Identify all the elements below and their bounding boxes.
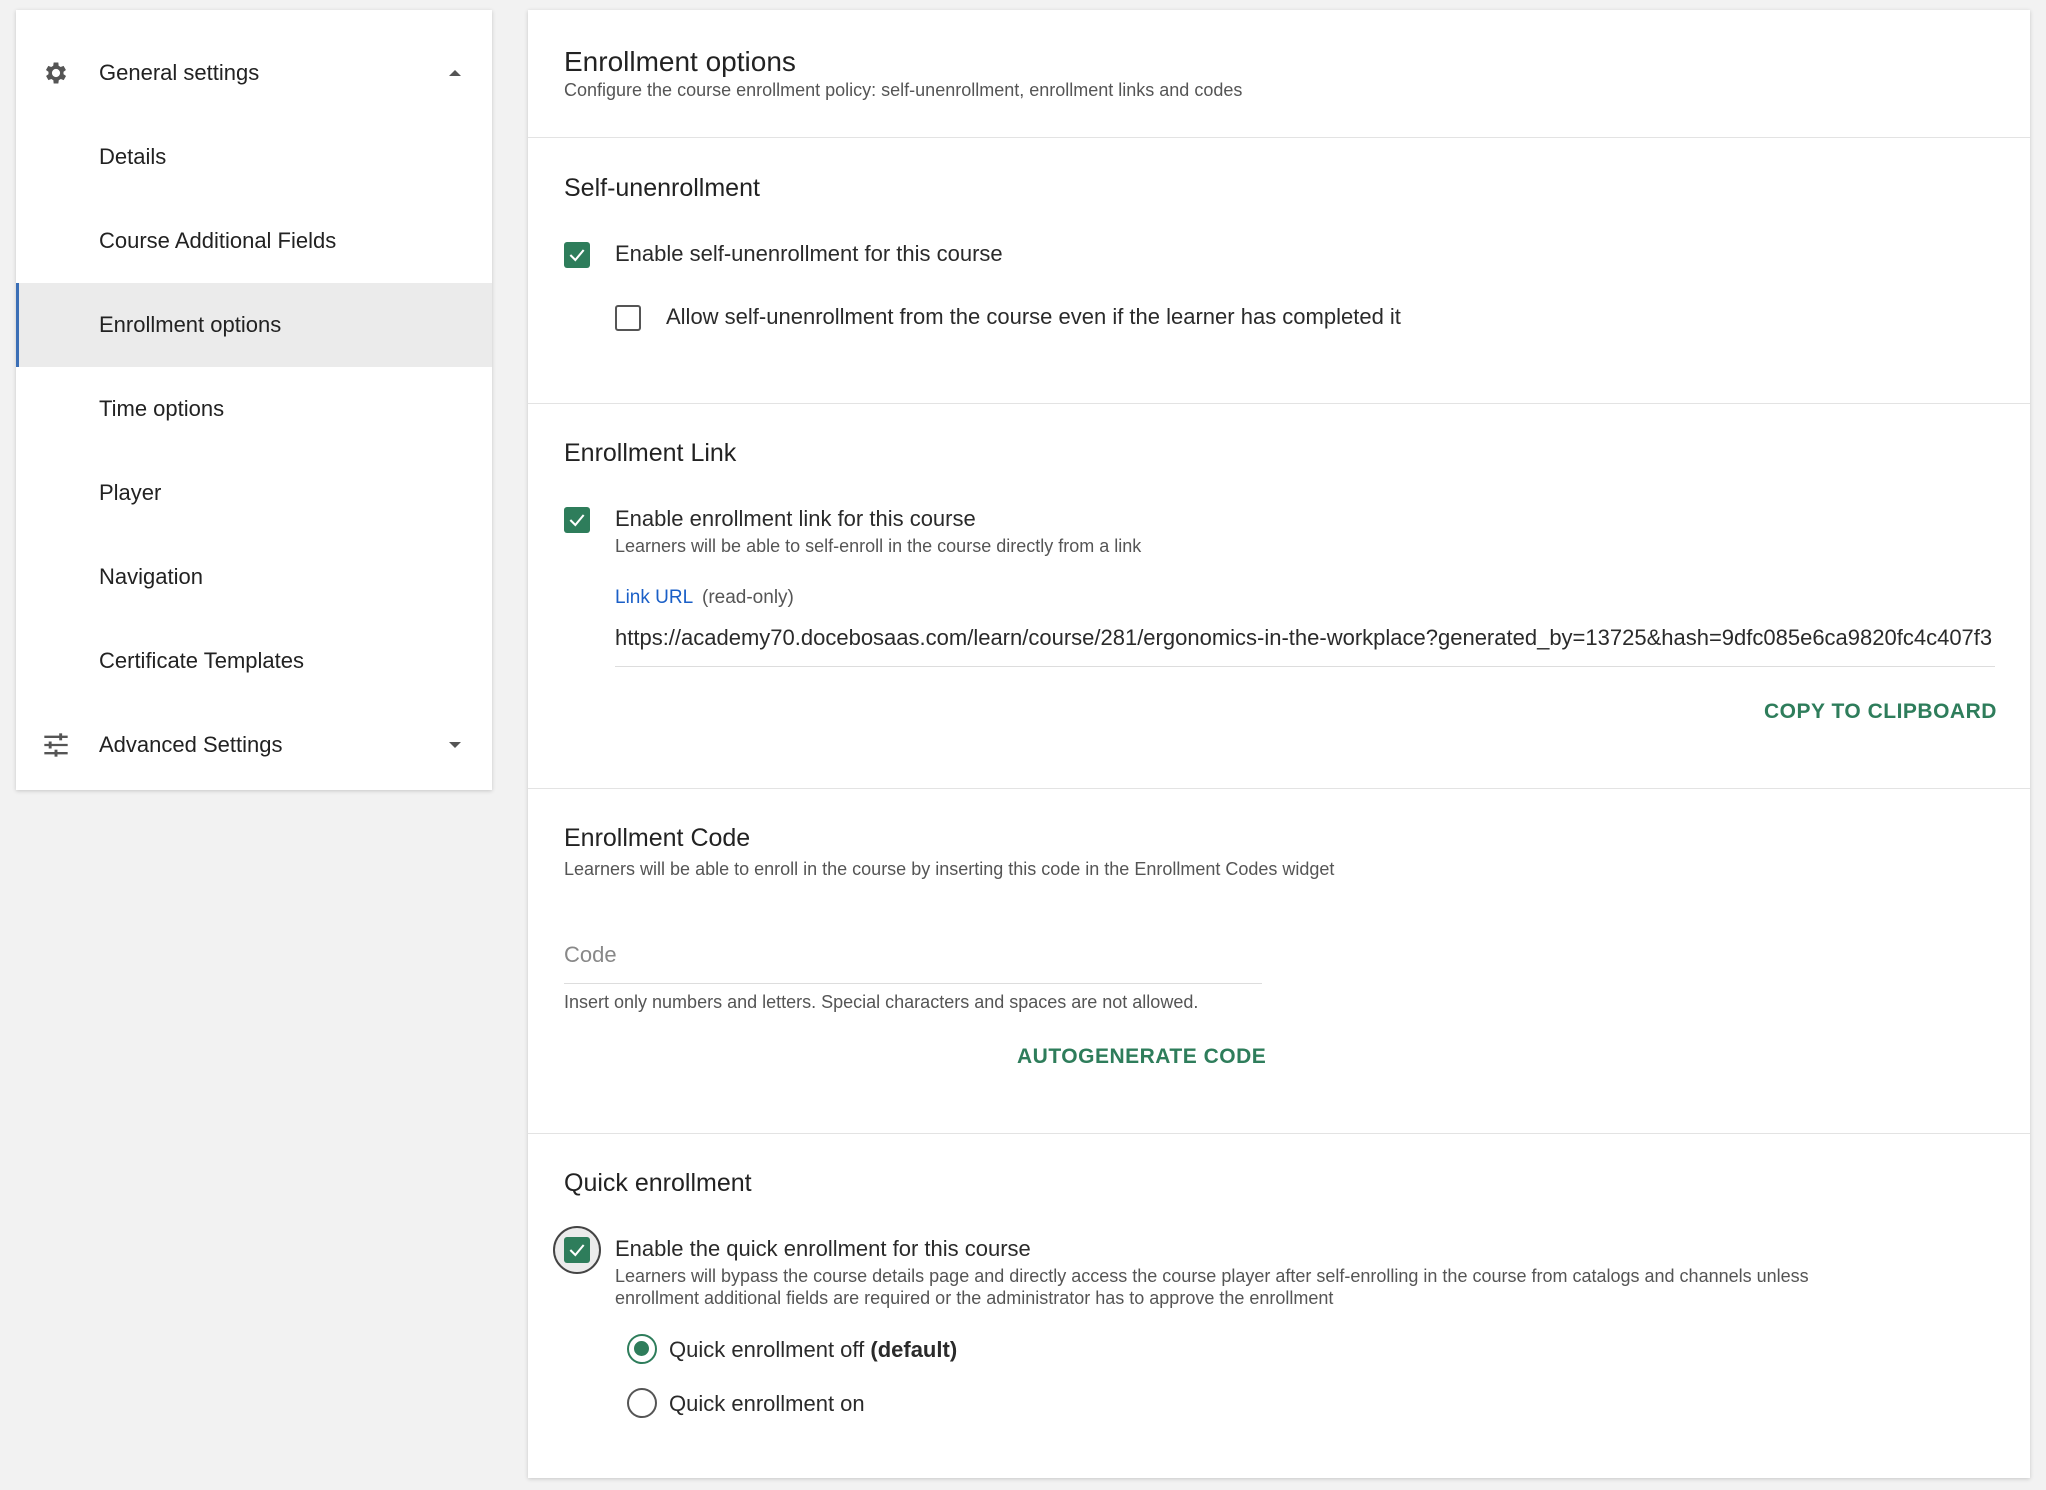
- checkmark-icon: [569, 514, 585, 527]
- self-unenrollment-checkbox[interactable]: [564, 242, 590, 268]
- sidebar-item-certificate-templates[interactable]: Certificate Templates: [16, 619, 492, 703]
- sidebar-item-label: Navigation: [99, 564, 203, 589]
- quick-enrollment-on-label: Quick enrollment on: [669, 1391, 865, 1416]
- quick-enrollment-help-line1: Learners will bypass the course details …: [615, 1266, 1809, 1286]
- sidebar-general-settings[interactable]: General settings: [16, 31, 492, 115]
- enrollment-options-panel: Enrollment options Configure the course …: [528, 10, 2030, 1478]
- enrollment-link-checkbox[interactable]: [564, 507, 590, 533]
- link-url-field[interactable]: https://academy70.docebosaas.com/learn/c…: [615, 625, 1995, 651]
- quick-enrollment-on-radio[interactable]: [627, 1388, 657, 1418]
- allow-completed-label: Allow self-unenrollment from the course …: [666, 304, 1401, 329]
- gear-icon: [45, 62, 67, 84]
- divider: [528, 788, 2030, 789]
- link-url-label: Link URL: [615, 587, 694, 608]
- quick-enrollment-help-line2: enrollment additional fields are require…: [615, 1288, 1334, 1308]
- allow-completed-checkbox[interactable]: [615, 305, 641, 331]
- enrollment-link-title: Enrollment Link: [564, 439, 737, 467]
- sliders-icon: [44, 733, 68, 757]
- self-unenrollment-title: Self-unenrollment: [564, 174, 760, 202]
- checkmark-icon: [569, 249, 585, 262]
- code-help: Insert only numbers and letters. Special…: [564, 992, 1199, 1012]
- sidebar-advanced-settings[interactable]: Advanced Settings: [16, 703, 492, 787]
- sidebar-item-details[interactable]: Details: [16, 115, 492, 199]
- sidebar-item-enrollment-options[interactable]: Enrollment options: [16, 283, 492, 367]
- autogenerate-code-button[interactable]: AUTOGENERATE CODE: [1017, 1045, 1266, 1069]
- enrollment-link-label: Enable enrollment link for this course: [615, 506, 976, 531]
- settings-sidebar: General settings Details Course Addition…: [16, 10, 492, 790]
- sidebar-item-label: Details: [99, 144, 167, 169]
- divider: [528, 137, 2030, 138]
- quick-enrollment-checkbox[interactable]: [564, 1237, 590, 1263]
- link-url-underline: [615, 666, 1995, 667]
- sidebar-item-player[interactable]: Player: [16, 451, 492, 535]
- sidebar-item-navigation[interactable]: Navigation: [16, 535, 492, 619]
- sidebar-item-label: Player: [99, 480, 162, 505]
- code-input[interactable]: Code: [564, 942, 617, 968]
- enrollment-code-subtitle: Learners will be able to enroll in the c…: [564, 859, 1335, 879]
- self-unenrollment-label: Enable self-unenrollment for this course: [615, 241, 1003, 266]
- divider: [528, 403, 2030, 404]
- sidebar-item-course-additional-fields[interactable]: Course Additional Fields: [16, 199, 492, 283]
- checkmark-icon: [569, 1244, 585, 1257]
- quick-enrollment-off-text: Quick enrollment off: [669, 1337, 865, 1362]
- quick-enrollment-off-default: (default): [870, 1337, 958, 1362]
- sidebar-general-settings-label: General settings: [99, 60, 260, 85]
- sidebar-item-label: Time options: [99, 396, 225, 421]
- enrollment-code-title: Enrollment Code: [564, 824, 751, 852]
- code-input-underline: [564, 983, 1262, 984]
- quick-enrollment-off-radio[interactable]: [627, 1334, 657, 1364]
- quick-enrollment-off-label: Quick enrollment off (default): [669, 1337, 957, 1363]
- page-title: Enrollment options: [564, 46, 796, 77]
- sidebar-item-label: Enrollment options: [99, 312, 282, 337]
- enrollment-link-help: Learners will be able to self-enroll in …: [615, 536, 1142, 556]
- link-url-readonly: (read-only): [702, 587, 794, 608]
- sidebar-item-label: Course Additional Fields: [99, 228, 337, 253]
- sidebar-item-label: Certificate Templates: [99, 648, 305, 673]
- chevron-up-icon: [449, 70, 461, 76]
- divider: [528, 1133, 2030, 1134]
- sidebar-advanced-settings-label: Advanced Settings: [99, 732, 283, 757]
- copy-to-clipboard-button[interactable]: COPY TO CLIPBOARD: [1764, 700, 1997, 724]
- quick-enrollment-label: Enable the quick enrollment for this cou…: [615, 1236, 1031, 1261]
- page-subtitle: Configure the course enrollment policy: …: [564, 80, 1243, 100]
- quick-enrollment-title: Quick enrollment: [564, 1169, 752, 1197]
- sidebar-item-time-options[interactable]: Time options: [16, 367, 492, 451]
- chevron-down-icon: [449, 742, 461, 748]
